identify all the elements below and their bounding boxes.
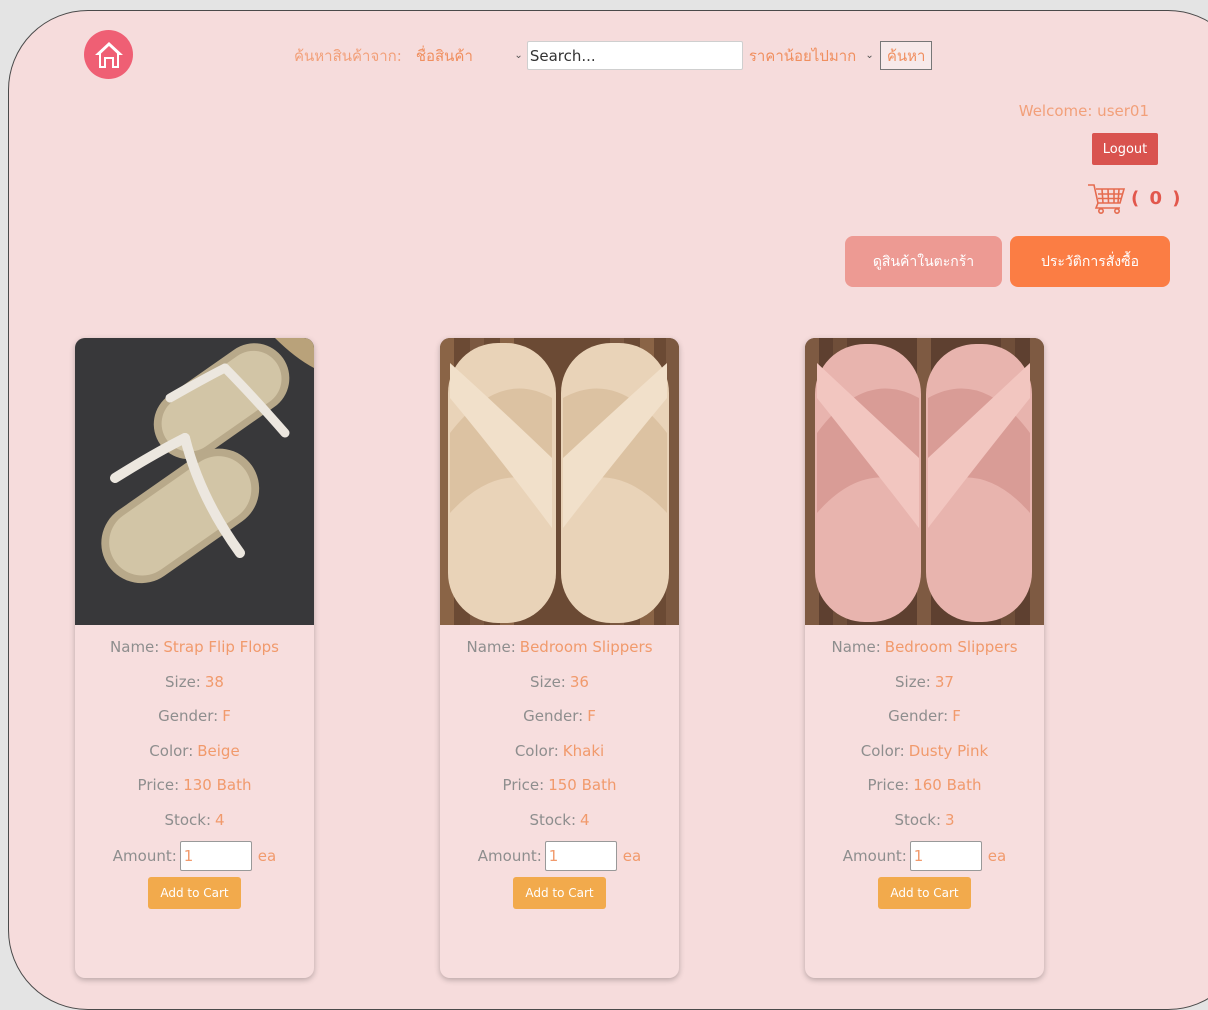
page-frame: ค้นหาสินค้าจาก: ชื่อสินค้า ⌄ Search... ร… <box>8 10 1208 1010</box>
gender-label: Gender: <box>158 707 219 726</box>
product-color: Khaki <box>562 741 605 760</box>
product-size-row: Size: 37 <box>805 665 1044 700</box>
product-name: Bedroom Slippers <box>884 638 1018 657</box>
amount-row: Amount: 1 ea <box>440 837 679 875</box>
product-gender-row: Gender: F <box>805 699 1044 734</box>
view-cart-button[interactable]: ดูสินค้าในตะกร้า <box>845 236 1002 287</box>
cart-count: ( 0 ) <box>1131 187 1183 209</box>
search-button[interactable]: ค้นหา <box>879 41 933 70</box>
name-label: Name: <box>466 638 516 657</box>
product-name-row: Name: Bedroom Slippers <box>440 630 679 665</box>
unit-label: ea <box>622 847 642 865</box>
product-info: Name: Bedroom Slippers Size: 37 Gender: F C… <box>805 630 1044 909</box>
product-size: 36 <box>569 672 589 691</box>
color-label: Color: <box>860 741 905 760</box>
size-label: Size: <box>165 672 201 691</box>
product-card: Name: Strap Flip Flops Size: 38 Gender: F C… <box>75 338 314 978</box>
strap-flip-flops-image <box>75 338 314 625</box>
sort-value: ราคาน้อยไปมาก <box>748 46 857 65</box>
search-placeholder: Search... <box>529 46 596 65</box>
khaki-fur-slippers-image <box>440 338 679 625</box>
amount-row: Amount: 1 ea <box>805 837 1044 875</box>
name-label: Name: <box>831 638 881 657</box>
product-color-row: Color: Khaki <box>440 734 679 769</box>
unit-label: ea <box>987 847 1007 865</box>
search-input[interactable]: Search... <box>526 41 743 70</box>
amount-row: Amount: 1 ea <box>75 837 314 875</box>
product-color-row: Color: Dusty Pink <box>805 734 1044 769</box>
size-label: Size: <box>530 672 566 691</box>
sort-select[interactable]: ราคาน้อยไปมาก ⌄ <box>744 41 878 70</box>
chevron-down-icon: ⌄ <box>514 50 523 61</box>
product-gender: F <box>222 707 231 726</box>
product-info: Name: Bedroom Slippers Size: 36 Gender: F C… <box>440 630 679 909</box>
product-price-row: Price: 150 Bath <box>440 768 679 803</box>
product-price: 130 Bath <box>183 776 252 795</box>
shopping-cart-icon <box>1088 184 1126 214</box>
name-label: Name: <box>110 638 160 657</box>
product-name: Bedroom Slippers <box>519 638 653 657</box>
product-price: 150 Bath <box>548 776 617 795</box>
product-stock: 4 <box>215 810 225 829</box>
price-label: Price: <box>137 776 180 795</box>
pink-fur-slippers-image <box>805 338 1044 625</box>
product-name: Strap Flip Flops <box>163 638 279 657</box>
product-color: Dusty Pink <box>908 741 989 760</box>
product-gender-row: Gender: F <box>440 699 679 734</box>
product-price-row: Price: 130 Bath <box>75 768 314 803</box>
product-card: Name: Bedroom Slippers Size: 36 Gender: F C… <box>440 338 679 978</box>
unit-label: ea <box>257 847 277 865</box>
product-price: 160 Bath <box>913 776 982 795</box>
product-name-row: Name: Strap Flip Flops <box>75 630 314 665</box>
amount-input[interactable]: 1 <box>179 841 252 871</box>
product-size-row: Size: 36 <box>440 665 679 700</box>
search-label: ค้นหาสินค้าจาก: <box>294 46 402 65</box>
add-to-cart-button[interactable]: Add to Cart <box>148 877 241 909</box>
amount-label: Amount: <box>112 847 177 865</box>
product-stock: 3 <box>945 810 955 829</box>
welcome-text: Welcome: user01 <box>1018 102 1149 120</box>
amount-label: Amount: <box>477 847 542 865</box>
gender-label: Gender: <box>523 707 584 726</box>
gender-label: Gender: <box>888 707 949 726</box>
stock-label: Stock: <box>164 810 212 829</box>
amount-input[interactable]: 1 <box>909 841 982 871</box>
home-button[interactable] <box>84 30 133 79</box>
price-label: Price: <box>867 776 910 795</box>
chevron-down-icon: ⌄ <box>865 50 874 61</box>
color-label: Color: <box>514 741 559 760</box>
cart-link[interactable]: ( 0 ) <box>1086 181 1183 215</box>
amount-input[interactable]: 1 <box>544 841 617 871</box>
logout-button[interactable]: Logout <box>1092 133 1158 165</box>
product-size: 38 <box>204 672 224 691</box>
stock-label: Stock: <box>894 810 942 829</box>
product-stock-row: Stock: 3 <box>805 803 1044 838</box>
product-info: Name: Strap Flip Flops Size: 38 Gender: F C… <box>75 630 314 909</box>
product-stock-row: Stock: 4 <box>440 803 679 838</box>
product-size: 37 <box>934 672 954 691</box>
home-icon <box>94 41 123 68</box>
search-field-value: ชื่อสินค้า <box>415 46 473 65</box>
product-gender: F <box>587 707 596 726</box>
order-history-button[interactable]: ประวัติการสั่งซื้อ <box>1010 236 1170 287</box>
price-label: Price: <box>502 776 545 795</box>
product-size-row: Size: 38 <box>75 665 314 700</box>
add-to-cart-button[interactable]: Add to Cart <box>513 877 606 909</box>
product-gender: F <box>952 707 961 726</box>
color-label: Color: <box>149 741 194 760</box>
amount-label: Amount: <box>842 847 907 865</box>
size-label: Size: <box>895 672 931 691</box>
product-gender-row: Gender: F <box>75 699 314 734</box>
product-stock: 4 <box>580 810 590 829</box>
add-to-cart-button[interactable]: Add to Cart <box>878 877 971 909</box>
stock-label: Stock: <box>529 810 577 829</box>
search-bar: ค้นหาสินค้าจาก: ชื่อสินค้า ⌄ Search... ร… <box>294 41 933 70</box>
product-name-row: Name: Bedroom Slippers <box>805 630 1044 665</box>
product-color-row: Color: Beige <box>75 734 314 769</box>
product-color: Beige <box>197 741 240 760</box>
product-price-row: Price: 160 Bath <box>805 768 1044 803</box>
product-card: Name: Bedroom Slippers Size: 37 Gender: F C… <box>805 338 1044 978</box>
product-stock-row: Stock: 4 <box>75 803 314 838</box>
search-field-select[interactable]: ชื่อสินค้า ⌄ <box>411 41 527 70</box>
